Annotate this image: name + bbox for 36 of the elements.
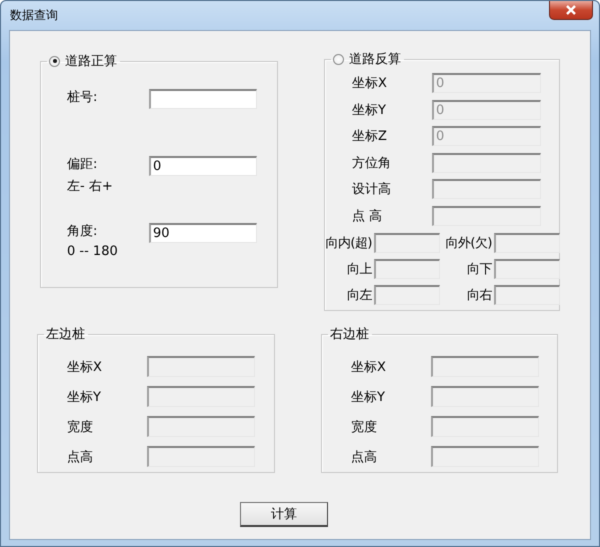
field-label: 向外(欠): [444, 234, 492, 252]
field-label: 向内(超): [324, 234, 372, 252]
field-label: 坐标Y: [351, 102, 387, 119]
input-field[interactable]: 0: [149, 156, 257, 176]
field-label: 向左: [346, 286, 372, 304]
field-label: 坐标X: [66, 358, 103, 376]
window-title: 数据查询: [10, 7, 58, 24]
field-label: 向右: [466, 286, 492, 304]
field-label: 点高: [66, 448, 94, 466]
field-label: 宽度: [350, 418, 378, 436]
group-title: 左边桩: [46, 326, 85, 343]
field-label: 坐标X: [351, 75, 388, 92]
field-label: 向上: [346, 260, 372, 278]
field-label: 点高: [350, 448, 378, 466]
field-label: 偏距:: [67, 156, 98, 173]
field-label: 宽度: [66, 418, 94, 436]
radio-option[interactable]: 道路正算: [49, 52, 117, 70]
group-title: 右边桩: [330, 326, 369, 343]
field-label: 坐标Y: [350, 388, 386, 406]
field-label: 向下: [466, 260, 492, 278]
field-note: 左- 右+: [67, 178, 114, 195]
close-button[interactable]: [549, 1, 593, 20]
field-label: 设计高: [351, 181, 392, 198]
field-label: 方位角: [351, 154, 392, 172]
field-label: 坐标Y: [66, 388, 102, 406]
input-field[interactable]: [149, 89, 257, 109]
input-field[interactable]: 90: [149, 223, 257, 243]
field-label: 坐标Z: [351, 128, 388, 146]
radio-option[interactable]: 道路反算: [333, 50, 401, 68]
close-icon: [565, 5, 577, 15]
field-label: 桩号:: [67, 89, 98, 106]
field-label: 点 高: [351, 208, 384, 225]
field-label: 角度:: [67, 223, 98, 240]
calculate-button[interactable]: 计算: [240, 502, 328, 527]
field-label: 坐标X: [350, 358, 387, 376]
field-note: 0 -- 180: [67, 244, 119, 259]
